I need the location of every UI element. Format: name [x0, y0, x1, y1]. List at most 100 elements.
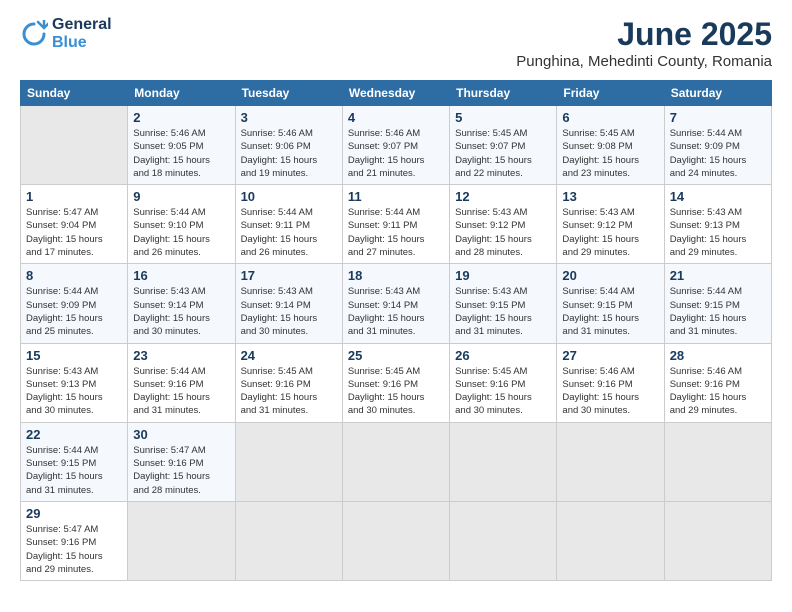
calendar-cell	[450, 422, 557, 501]
day-number: 1	[26, 189, 122, 204]
day-number: 23	[133, 348, 229, 363]
day-number: 4	[348, 110, 444, 125]
calendar-cell	[342, 422, 449, 501]
calendar-cell: 9Sunrise: 5:44 AM Sunset: 9:10 PM Daylig…	[128, 185, 235, 264]
day-number: 19	[455, 268, 551, 283]
calendar-cell	[664, 422, 771, 501]
day-info: Sunrise: 5:44 AM Sunset: 9:15 PM Dayligh…	[562, 285, 658, 338]
weekday-header-row: SundayMondayTuesdayWednesdayThursdayFrid…	[21, 81, 772, 106]
day-info: Sunrise: 5:43 AM Sunset: 9:12 PM Dayligh…	[455, 206, 551, 259]
calendar-cell: 18 Sunrise: 5:43 AM Sunset: 9:14 PM Dayli…	[342, 264, 449, 343]
day-info: Sunrise: 5:43 AM Sunset: 9:14 PM Dayligh…	[133, 285, 229, 338]
weekday-monday: Monday	[128, 81, 235, 106]
day-info: Sunrise: 5:44 AM Sunset: 9:10 PM Dayligh…	[133, 206, 229, 259]
calendar-cell: 30 Sunrise: 5:47 AM Sunset: 9:16 PM Dayli…	[128, 422, 235, 501]
day-info: Sunrise: 5:46 AM Sunset: 9:05 PM Dayligh…	[133, 127, 229, 180]
logo-icon	[20, 20, 48, 48]
day-info: Sunrise: 5:43 AM Sunset: 9:13 PM Dayligh…	[26, 365, 122, 418]
calendar-cell: 19 Sunrise: 5:43 AM Sunset: 9:15 PM Dayli…	[450, 264, 557, 343]
day-number: 24	[241, 348, 337, 363]
day-info: Sunrise: 5:45 AM Sunset: 9:16 PM Dayligh…	[455, 365, 551, 418]
day-info: Sunrise: 5:46 AM Sunset: 9:07 PM Dayligh…	[348, 127, 444, 180]
calendar-cell: 27 Sunrise: 5:46 AM Sunset: 9:16 PM Dayli…	[557, 343, 664, 422]
day-number: 2	[133, 110, 229, 125]
calendar-table: SundayMondayTuesdayWednesdayThursdayFrid…	[20, 80, 772, 581]
day-number: 8	[26, 268, 122, 283]
day-number: 20	[562, 268, 658, 283]
day-info: Sunrise: 5:47 AM Sunset: 9:04 PM Dayligh…	[26, 206, 122, 259]
day-info: Sunrise: 5:44 AM Sunset: 9:16 PM Dayligh…	[133, 365, 229, 418]
calendar-cell	[235, 422, 342, 501]
day-info: Sunrise: 5:45 AM Sunset: 9:07 PM Dayligh…	[455, 127, 551, 180]
weekday-saturday: Saturday	[664, 81, 771, 106]
week-row-5: 22Sunrise: 5:44 AM Sunset: 9:15 PM Dayli…	[21, 422, 772, 501]
day-number: 29	[26, 506, 122, 521]
calendar-cell: 3Sunrise: 5:46 AM Sunset: 9:06 PM Daylig…	[235, 106, 342, 185]
calendar-cell: 2 Sunrise: 5:46 AM Sunset: 9:05 PM Daylig…	[128, 106, 235, 185]
day-info: Sunrise: 5:46 AM Sunset: 9:16 PM Dayligh…	[562, 365, 658, 418]
weekday-wednesday: Wednesday	[342, 81, 449, 106]
subtitle: Punghina, Mehedinti County, Romania	[516, 53, 772, 70]
day-info: Sunrise: 5:43 AM Sunset: 9:14 PM Dayligh…	[241, 285, 337, 338]
day-info: Sunrise: 5:47 AM Sunset: 9:16 PM Dayligh…	[133, 444, 229, 497]
day-info: Sunrise: 5:45 AM Sunset: 9:08 PM Dayligh…	[562, 127, 658, 180]
calendar-cell: 7 Sunrise: 5:44 AM Sunset: 9:09 PM Daylig…	[664, 106, 771, 185]
day-number: 7	[670, 110, 766, 125]
logo: General Blue	[20, 16, 112, 51]
day-number: 5	[455, 110, 551, 125]
calendar-cell: 11 Sunrise: 5:44 AM Sunset: 9:11 PM Dayli…	[342, 185, 449, 264]
calendar-cell: 14Sunrise: 5:43 AM Sunset: 9:13 PM Dayli…	[664, 185, 771, 264]
day-info: Sunrise: 5:46 AM Sunset: 9:16 PM Dayligh…	[670, 365, 766, 418]
day-number: 12	[455, 189, 551, 204]
page: General Blue June 2025 Punghina, Mehedin…	[0, 0, 792, 612]
calendar-cell: 21Sunrise: 5:44 AM Sunset: 9:15 PM Dayli…	[664, 264, 771, 343]
calendar-cell	[128, 501, 235, 580]
calendar-cell	[235, 501, 342, 580]
day-number: 17	[241, 268, 337, 283]
logo-text: General Blue	[52, 16, 112, 51]
week-row-3: 8Sunrise: 5:44 AM Sunset: 9:09 PM Daylig…	[21, 264, 772, 343]
calendar-cell: 24 Sunrise: 5:45 AM Sunset: 9:16 PM Dayli…	[235, 343, 342, 422]
day-number: 27	[562, 348, 658, 363]
calendar-cell	[557, 422, 664, 501]
calendar-cell: 28 Sunrise: 5:46 AM Sunset: 9:16 PM Dayli…	[664, 343, 771, 422]
day-number: 14	[670, 189, 766, 204]
day-number: 15	[26, 348, 122, 363]
calendar-cell: 12 Sunrise: 5:43 AM Sunset: 9:12 PM Dayli…	[450, 185, 557, 264]
day-info: Sunrise: 5:44 AM Sunset: 9:09 PM Dayligh…	[670, 127, 766, 180]
calendar-cell: 8Sunrise: 5:44 AM Sunset: 9:09 PM Daylig…	[21, 264, 128, 343]
week-row-2: 1 Sunrise: 5:47 AM Sunset: 9:04 PM Daylig…	[21, 185, 772, 264]
day-number: 11	[348, 189, 444, 204]
calendar-cell: 4 Sunrise: 5:46 AM Sunset: 9:07 PM Daylig…	[342, 106, 449, 185]
calendar-cell: 1 Sunrise: 5:47 AM Sunset: 9:04 PM Daylig…	[21, 185, 128, 264]
calendar-cell	[664, 501, 771, 580]
day-info: Sunrise: 5:43 AM Sunset: 9:12 PM Dayligh…	[562, 206, 658, 259]
day-info: Sunrise: 5:44 AM Sunset: 9:11 PM Dayligh…	[348, 206, 444, 259]
day-info: Sunrise: 5:47 AM Sunset: 9:16 PM Dayligh…	[26, 523, 122, 576]
calendar-cell: 16Sunrise: 5:43 AM Sunset: 9:14 PM Dayli…	[128, 264, 235, 343]
day-number: 6	[562, 110, 658, 125]
calendar-cell: 29 Sunrise: 5:47 AM Sunset: 9:16 PM Dayli…	[21, 501, 128, 580]
calendar-cell: 17 Sunrise: 5:43 AM Sunset: 9:14 PM Dayli…	[235, 264, 342, 343]
week-row-1: 2 Sunrise: 5:46 AM Sunset: 9:05 PM Daylig…	[21, 106, 772, 185]
day-info: Sunrise: 5:45 AM Sunset: 9:16 PM Dayligh…	[241, 365, 337, 418]
weekday-friday: Friday	[557, 81, 664, 106]
calendar-cell: 15 Sunrise: 5:43 AM Sunset: 9:13 PM Dayli…	[21, 343, 128, 422]
calendar-cell: 6 Sunrise: 5:45 AM Sunset: 9:08 PM Daylig…	[557, 106, 664, 185]
day-number: 10	[241, 189, 337, 204]
day-number: 22	[26, 427, 122, 442]
week-row-4: 15 Sunrise: 5:43 AM Sunset: 9:13 PM Dayli…	[21, 343, 772, 422]
day-number: 30	[133, 427, 229, 442]
weekday-thursday: Thursday	[450, 81, 557, 106]
day-number: 3	[241, 110, 337, 125]
calendar-cell: 23 Sunrise: 5:44 AM Sunset: 9:16 PM Dayli…	[128, 343, 235, 422]
day-number: 18	[348, 268, 444, 283]
week-row-6: 29 Sunrise: 5:47 AM Sunset: 9:16 PM Dayli…	[21, 501, 772, 580]
calendar-cell: 10Sunrise: 5:44 AM Sunset: 9:11 PM Dayli…	[235, 185, 342, 264]
day-number: 28	[670, 348, 766, 363]
calendar-cell: 22Sunrise: 5:44 AM Sunset: 9:15 PM Dayli…	[21, 422, 128, 501]
day-info: Sunrise: 5:43 AM Sunset: 9:15 PM Dayligh…	[455, 285, 551, 338]
day-info: Sunrise: 5:45 AM Sunset: 9:16 PM Dayligh…	[348, 365, 444, 418]
day-number: 21	[670, 268, 766, 283]
day-info: Sunrise: 5:43 AM Sunset: 9:14 PM Dayligh…	[348, 285, 444, 338]
